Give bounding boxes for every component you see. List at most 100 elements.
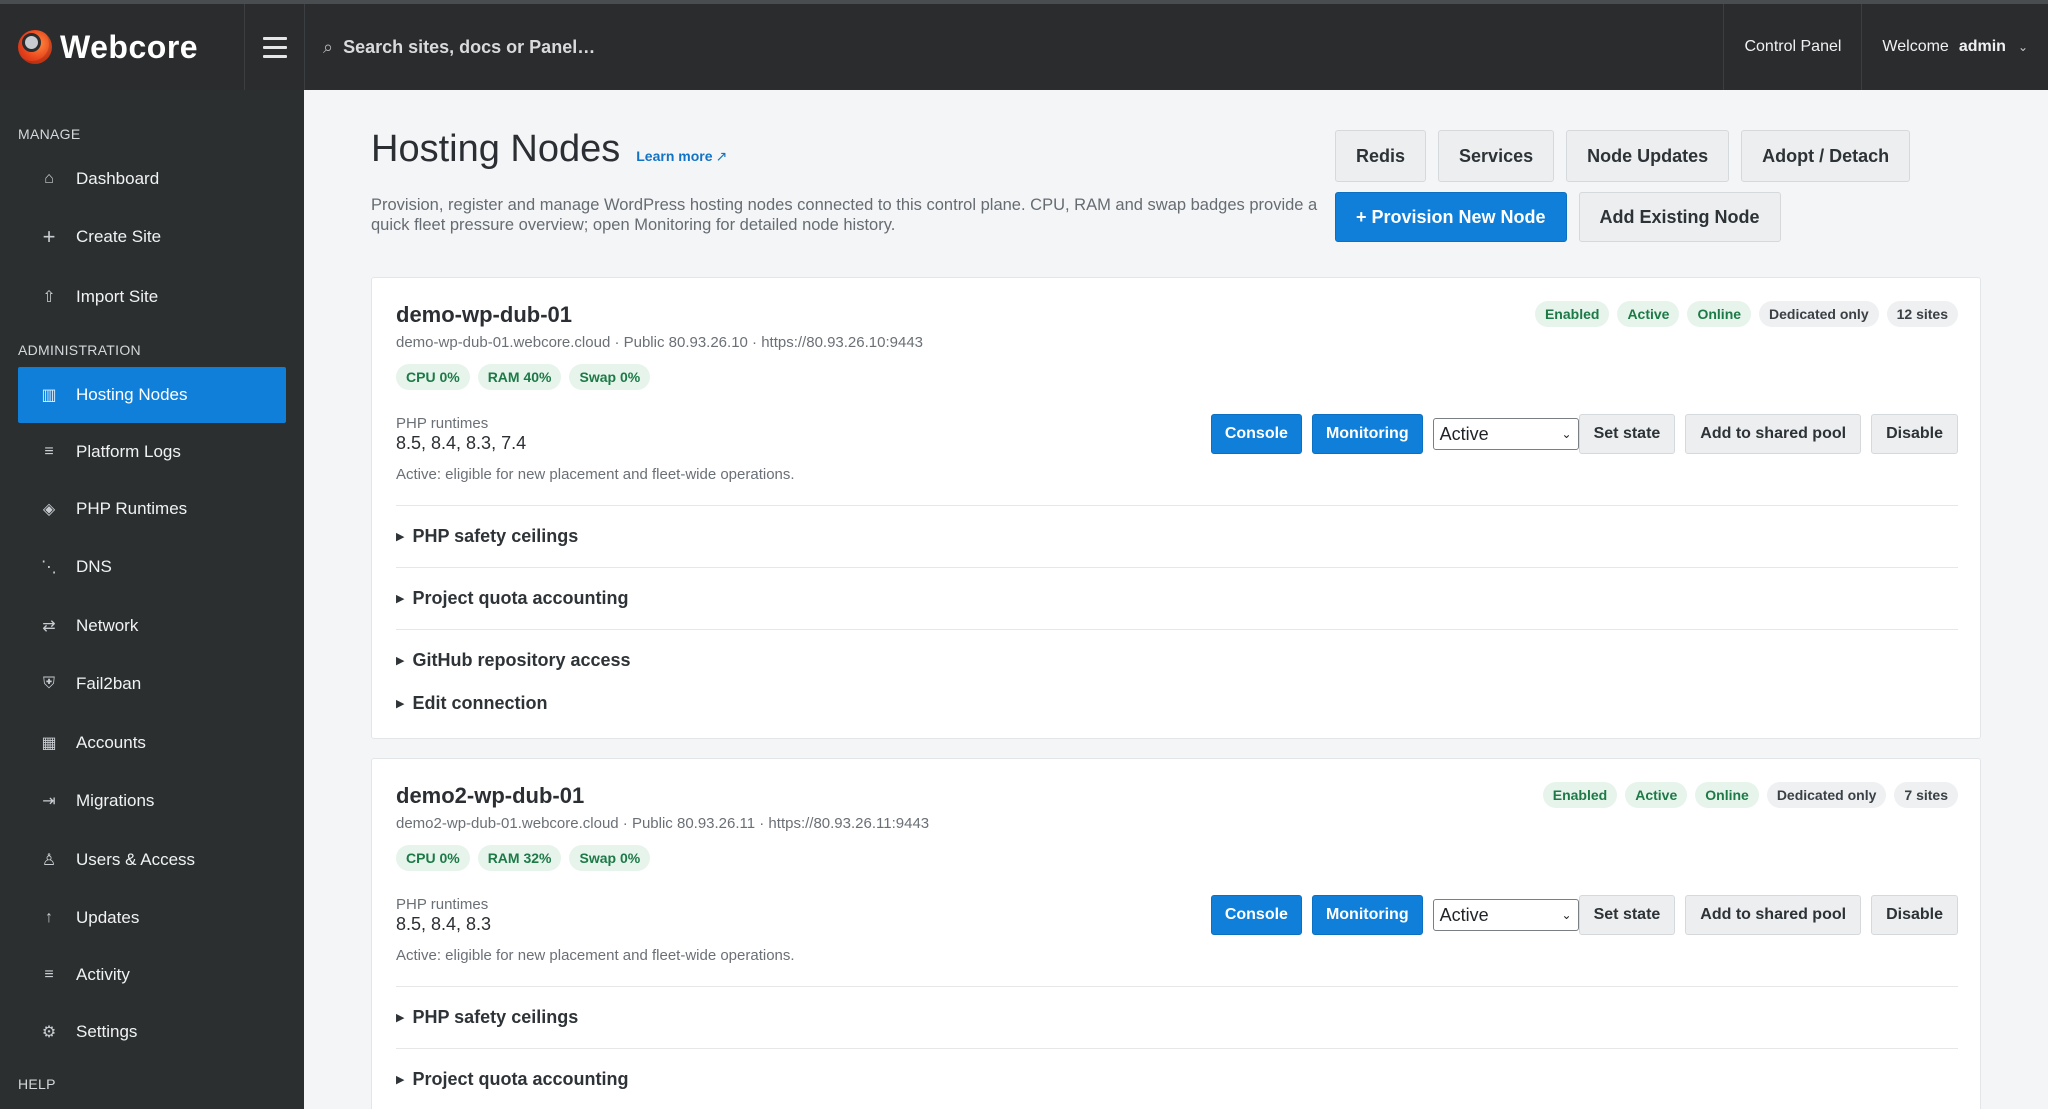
sidebar-item-activity[interactable]: ≡ Activity: [18, 947, 286, 1003]
node-updates-button[interactable]: Node Updates: [1566, 130, 1730, 182]
search-input[interactable]: [343, 36, 1044, 58]
sidebar-item-platform-logs[interactable]: ≡ Platform Logs: [18, 424, 286, 480]
state-select[interactable]: Active ⌄: [1432, 418, 1579, 450]
sidebar-item-migrations[interactable]: ⇥ Migrations: [18, 773, 286, 829]
triangle-right-icon: ▶: [396, 1073, 405, 1086]
menu-toggle-button[interactable]: [245, 4, 305, 90]
sidebar-item-settings[interactable]: ⚙ Settings: [18, 1004, 286, 1060]
header-actions: Redis Services Node Updates Adopt / Deta…: [1335, 130, 1935, 252]
add-to-shared-pool-button[interactable]: Add to shared pool: [1685, 414, 1862, 454]
list-icon: ≡: [44, 443, 54, 460]
divider: [396, 629, 1958, 630]
node-name: demo2-wp-dub-01: [396, 783, 585, 808]
online-badge: Online: [1687, 301, 1752, 327]
project-quota-accounting-toggle[interactable]: ▶ Project quota accounting: [396, 1060, 1958, 1098]
node-status-badges: Enabled Active Online Dedicated only 7 s…: [1542, 782, 1958, 808]
search-icon: ⌕: [323, 36, 334, 57]
sidebar: MANAGE ⌂ Dashboard + Create Site ⇧ Impor…: [0, 90, 304, 1109]
console-button[interactable]: Console: [1210, 414, 1302, 454]
sidebar-item-accounts[interactable]: ▦ Accounts: [18, 715, 286, 771]
dedicated-badge: Dedicated only: [1759, 301, 1879, 327]
triangle-right-icon: ▶: [396, 592, 405, 605]
triangle-right-icon: ▶: [396, 697, 405, 710]
state-select[interactable]: Active ⌄: [1432, 899, 1579, 931]
arrow-right-bar-icon: ⇥: [42, 793, 56, 810]
sidebar-item-dashboard[interactable]: ⌂ Dashboard: [18, 151, 286, 207]
swap-badge: Swap 0%: [569, 364, 651, 390]
sidebar-item-fail2ban[interactable]: ⛨ Fail2ban: [18, 656, 286, 712]
triangle-right-icon: ▶: [396, 530, 405, 543]
arrows-icon: ⇄: [42, 618, 56, 635]
control-panel-link[interactable]: Control Panel: [1723, 4, 1861, 90]
redis-button[interactable]: Redis: [1335, 130, 1427, 182]
top-bar: Webcore ⌕ Control Panel Welcome admin ⌄: [0, 0, 2048, 90]
shield-icon: ⛨: [42, 675, 55, 692]
ram-badge: RAM 40%: [477, 364, 562, 390]
learn-more-link[interactable]: Learn more ↗: [636, 148, 727, 165]
monitoring-button[interactable]: Monitoring: [1311, 414, 1423, 454]
page-header: Hosting Nodes Learn more ↗ Provision, reg…: [371, 128, 1331, 235]
project-quota-accounting-toggle[interactable]: ▶ Project quota accounting: [396, 579, 1958, 617]
php-runtimes-label: PHP runtimes: [396, 896, 489, 913]
php-safety-ceilings-toggle[interactable]: ▶ PHP safety ceilings: [396, 517, 1958, 555]
online-badge: Online: [1695, 782, 1759, 808]
dns-icon: ⋱: [41, 559, 57, 576]
sidebar-item-php-runtimes[interactable]: ◈ PHP Runtimes: [18, 481, 286, 537]
php-runtimes-value: 8.5, 8.4, 8.3: [396, 914, 492, 934]
chevron-down-icon: ⌄: [1561, 427, 1572, 441]
set-state-button[interactable]: Set state: [1578, 895, 1676, 935]
external-link-icon: ↗: [715, 148, 728, 164]
php-safety-ceilings-toggle[interactable]: ▶ PHP safety ceilings: [396, 998, 1958, 1036]
add-to-shared-pool-button[interactable]: Add to shared pool: [1685, 895, 1862, 935]
github-repository-access-toggle[interactable]: ▶ GitHub repository access: [396, 641, 1958, 679]
home-icon: ⌂: [44, 170, 54, 187]
sidebar-item-dns[interactable]: ⋱ DNS: [18, 539, 286, 595]
disable-button[interactable]: Disable: [1871, 895, 1958, 935]
adopt-detach-button[interactable]: Adopt / Detach: [1741, 130, 1911, 182]
node-meta: demo2-wp-dub-01.webcore.cloud · Public 8…: [396, 815, 930, 832]
node-card: demo2-wp-dub-01 demo2-wp-dub-01.webcore.…: [371, 758, 1981, 1109]
divider: [396, 505, 1958, 506]
server-icon: ▥: [41, 387, 57, 404]
state-description: Active: eligible for new placement and f…: [396, 466, 795, 483]
triangle-right-icon: ▶: [396, 1011, 405, 1024]
add-existing-node-button[interactable]: Add Existing Node: [1578, 192, 1781, 242]
sidebar-item-updates[interactable]: ↑ Updates: [18, 890, 286, 946]
swap-badge: Swap 0%: [569, 845, 651, 871]
webcore-logo-icon: [18, 30, 52, 64]
sites-count-badge: 12 sites: [1886, 301, 1958, 327]
edit-connection-toggle[interactable]: ▶ Edit connection: [396, 684, 1958, 722]
gear-icon: ⚙: [41, 1024, 57, 1041]
provision-new-node-button[interactable]: + Provision New Node: [1335, 192, 1567, 242]
hamburger-icon: [262, 36, 287, 40]
user-menu[interactable]: Welcome admin ⌄: [1861, 4, 2048, 90]
node-metrics: CPU 0% RAM 32% Swap 0%: [396, 845, 651, 871]
node-card: demo-wp-dub-01 demo-wp-dub-01.webcore.cl…: [371, 277, 1981, 739]
sidebar-item-create-site[interactable]: + Create Site: [18, 209, 286, 265]
active-badge: Active: [1625, 782, 1688, 808]
console-button[interactable]: Console: [1210, 895, 1302, 935]
monitoring-button[interactable]: Monitoring: [1311, 895, 1423, 935]
disable-button[interactable]: Disable: [1871, 414, 1958, 454]
grid-icon: ▦: [41, 735, 57, 752]
cpu-badge: CPU 0%: [396, 364, 470, 390]
search-bar: ⌕: [305, 4, 1723, 90]
php-runtimes-value: 8.5, 8.4, 8.3, 7.4: [396, 433, 527, 453]
node-actions: Console Monitoring Active ⌄ Set state Ad…: [1210, 414, 1958, 454]
services-button[interactable]: Services: [1438, 130, 1555, 182]
activity-list-icon: ≡: [44, 966, 54, 983]
page-description: Provision, register and manage WordPress…: [371, 196, 1318, 234]
set-state-button[interactable]: Set state: [1578, 414, 1676, 454]
sidebar-item-network[interactable]: ⇄ Network: [18, 598, 286, 654]
sidebar-item-hosting-nodes[interactable]: ▥ Hosting Nodes: [18, 367, 286, 423]
brand[interactable]: Webcore: [0, 4, 245, 90]
dedicated-badge: Dedicated only: [1766, 782, 1887, 808]
diamond-icon: ◈: [42, 501, 56, 518]
sidebar-item-users-access[interactable]: ♙ Users & Access: [18, 832, 286, 888]
sidebar-section-help: HELP: [18, 1076, 56, 1092]
sidebar-section-administration: ADMINISTRATION: [18, 342, 141, 358]
sidebar-item-import-site[interactable]: ⇧ Import Site: [18, 269, 286, 325]
sidebar-section-manage: MANAGE: [18, 126, 81, 142]
plus-icon: +: [42, 224, 56, 249]
state-description: Active: eligible for new placement and f…: [396, 947, 795, 964]
